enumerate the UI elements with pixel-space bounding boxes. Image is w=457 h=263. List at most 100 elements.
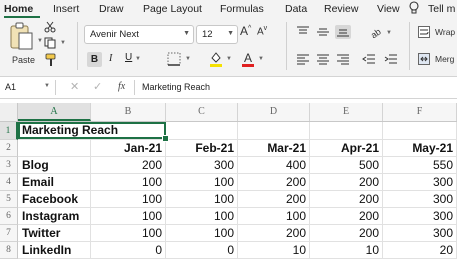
increase-font-size-button[interactable]: A^: [240, 24, 251, 38]
copy-icon[interactable]: [44, 37, 56, 49]
tab-insert[interactable]: Insert: [53, 3, 79, 15]
cell-b6[interactable]: 100: [91, 208, 166, 225]
align-middle-icon[interactable]: [316, 26, 330, 38]
tab-data[interactable]: Data: [285, 3, 307, 15]
cell-f2[interactable]: May-21: [383, 140, 457, 157]
cell-a1[interactable]: Marketing Reach: [18, 122, 118, 140]
font-name-select[interactable]: Avenir Next ▼: [84, 25, 194, 44]
cell-d4[interactable]: 200: [238, 174, 310, 191]
cell-e2[interactable]: Apr-21: [310, 140, 383, 157]
paste-label[interactable]: Paste: [12, 55, 35, 65]
cell-b1[interactable]: [91, 122, 166, 140]
tab-page-layout[interactable]: Page Layout: [143, 3, 202, 15]
cell-e8[interactable]: 10: [310, 242, 383, 259]
column-header-e[interactable]: E: [310, 103, 383, 121]
align-bottom-icon[interactable]: [335, 25, 351, 39]
borders-dropdown-icon[interactable]: ▼: [185, 56, 191, 62]
tab-home[interactable]: Home: [4, 3, 33, 15]
column-header-a[interactable]: A: [18, 103, 91, 121]
tab-formulas[interactable]: Formulas: [220, 3, 264, 15]
name-box[interactable]: A1: [5, 82, 16, 92]
cell-c4[interactable]: 100: [166, 174, 238, 191]
borders-icon[interactable]: [167, 52, 181, 66]
cell-d8[interactable]: 10: [238, 242, 310, 259]
column-header-f[interactable]: F: [383, 103, 457, 121]
fill-color-icon[interactable]: [209, 51, 223, 68]
italic-button[interactable]: I: [109, 53, 112, 64]
cell-e7[interactable]: 200: [310, 225, 383, 242]
chevron-down-icon[interactable]: ▼: [44, 83, 50, 89]
format-painter-icon[interactable]: [44, 53, 58, 67]
align-right-icon[interactable]: [336, 53, 350, 65]
cell-d5[interactable]: 200: [238, 191, 310, 208]
column-header-d[interactable]: D: [238, 103, 310, 121]
decrease-indent-icon[interactable]: [362, 53, 376, 65]
cell-d7[interactable]: 200: [238, 225, 310, 242]
font-color-dropdown-icon[interactable]: ▼: [258, 56, 264, 62]
font-color-icon[interactable]: A: [241, 50, 255, 68]
tab-view[interactable]: View: [377, 3, 400, 15]
merge-center-icon[interactable]: [418, 53, 430, 65]
cell-f4[interactable]: 300: [383, 174, 457, 191]
column-header-c[interactable]: C: [166, 103, 238, 121]
cell-d2[interactable]: Mar-21: [238, 140, 310, 157]
paste-dropdown-icon[interactable]: ▼: [37, 38, 43, 44]
cell-c3[interactable]: 300: [166, 157, 238, 174]
fill-color-dropdown-icon[interactable]: ▼: [226, 56, 232, 62]
cell-c8[interactable]: 0: [166, 242, 238, 259]
cell-c1[interactable]: [166, 122, 238, 140]
cell-f8[interactable]: 20: [383, 242, 457, 259]
lightbulb-icon[interactable]: [408, 1, 420, 15]
row-header-2[interactable]: 2: [0, 140, 18, 157]
align-center-icon[interactable]: [316, 53, 330, 65]
merge-center-button[interactable]: Merg: [435, 54, 454, 64]
cell-f6[interactable]: 300: [383, 208, 457, 225]
cell-e6[interactable]: 200: [310, 208, 383, 225]
cell-b2[interactable]: Jan-21: [91, 140, 166, 157]
cell-a7[interactable]: Twitter: [18, 225, 91, 242]
align-top-icon[interactable]: [296, 26, 310, 38]
row-header-6[interactable]: 6: [0, 208, 18, 225]
cell-a2[interactable]: [18, 140, 91, 157]
cell-e4[interactable]: 200: [310, 174, 383, 191]
row-header-5[interactable]: 5: [0, 191, 18, 208]
cell-a4[interactable]: Email: [18, 174, 91, 191]
cell-a3[interactable]: Blog: [18, 157, 91, 174]
cell-a6[interactable]: Instagram: [18, 208, 91, 225]
row-header-3[interactable]: 3: [0, 157, 18, 174]
cell-e3[interactable]: 500: [310, 157, 383, 174]
bold-button[interactable]: B: [87, 52, 102, 67]
cell-b4[interactable]: 100: [91, 174, 166, 191]
copy-dropdown-icon[interactable]: ▼: [60, 40, 66, 46]
cell-e1[interactable]: [310, 122, 383, 140]
font-size-select[interactable]: 12 ▼: [196, 25, 238, 44]
insert-function-button[interactable]: fx: [118, 81, 125, 92]
tab-review[interactable]: Review: [324, 3, 358, 15]
cell-a5[interactable]: Facebook: [18, 191, 91, 208]
cut-icon[interactable]: [44, 21, 56, 33]
cell-d3[interactable]: 400: [238, 157, 310, 174]
cell-b7[interactable]: 100: [91, 225, 166, 242]
paste-icon[interactable]: [8, 22, 36, 52]
tab-tell-me[interactable]: Tell m: [428, 3, 455, 15]
row-header-8[interactable]: 8: [0, 242, 18, 259]
cell-b3[interactable]: 200: [91, 157, 166, 174]
orientation-icon[interactable]: ab: [369, 26, 383, 38]
cell-d1[interactable]: [238, 122, 310, 140]
enter-entry-icon[interactable]: ✓: [93, 80, 102, 93]
cell-b5[interactable]: 100: [91, 191, 166, 208]
cell-e5[interactable]: 200: [310, 191, 383, 208]
wrap-text-icon[interactable]: [418, 26, 430, 38]
column-header-b[interactable]: B: [91, 103, 166, 121]
underline-button[interactable]: U: [125, 52, 132, 63]
cell-a8[interactable]: LinkedIn: [18, 242, 91, 259]
row-header-7[interactable]: 7: [0, 225, 18, 242]
underline-dropdown-icon[interactable]: ▼: [135, 56, 141, 62]
cancel-entry-icon[interactable]: ✕: [70, 80, 79, 93]
decrease-font-size-button[interactable]: Av: [257, 25, 267, 37]
select-all-button[interactable]: [0, 103, 18, 121]
cell-c5[interactable]: 100: [166, 191, 238, 208]
cell-f1[interactable]: [383, 122, 457, 140]
fill-handle[interactable]: [162, 135, 169, 142]
tab-draw[interactable]: Draw: [99, 3, 124, 15]
